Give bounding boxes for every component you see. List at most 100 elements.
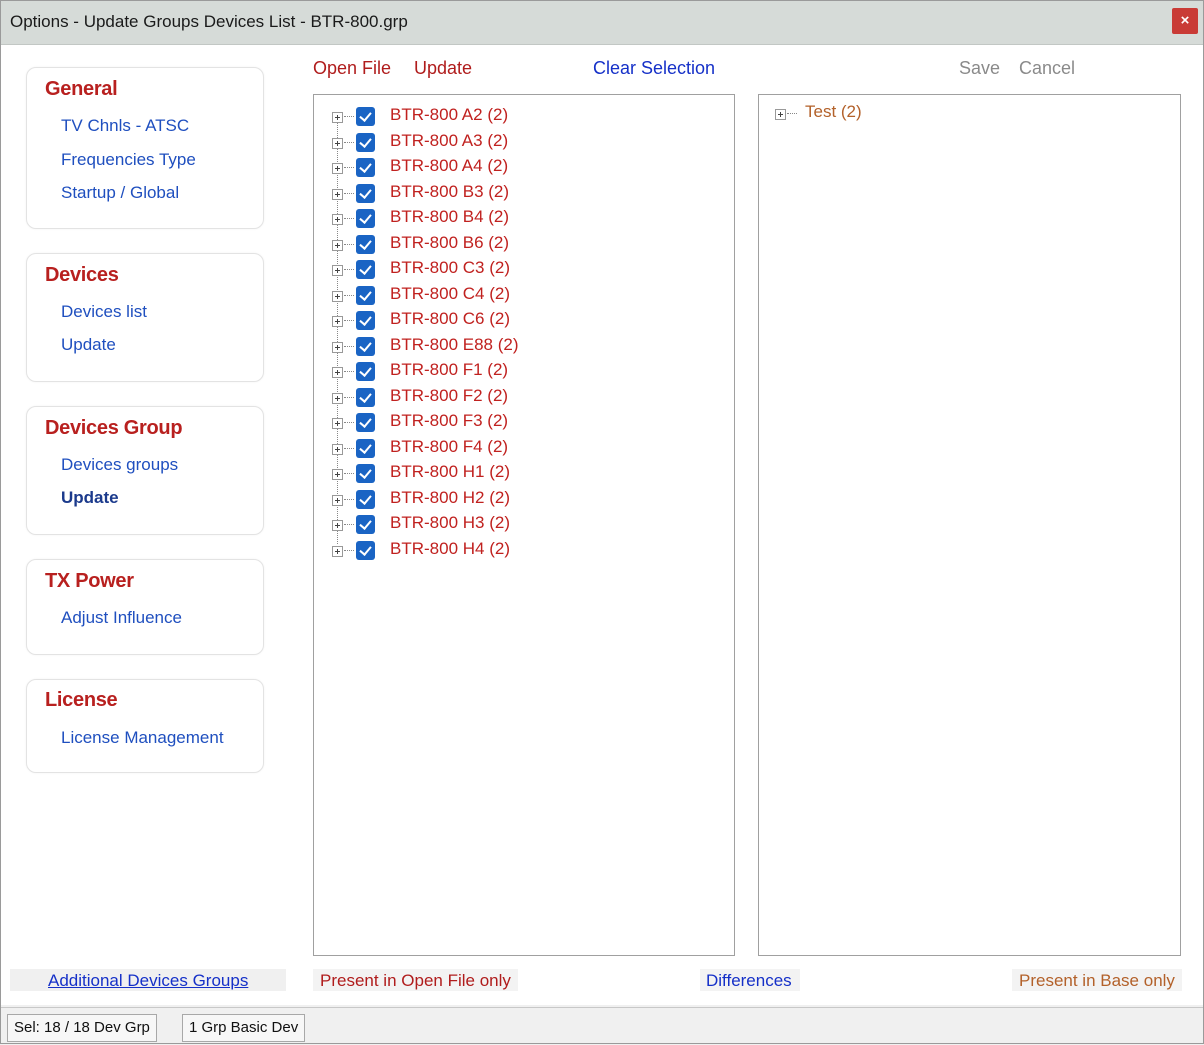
cancel-button[interactable]: Cancel xyxy=(1019,58,1075,79)
status-bar: Sel: 18 / 18 Dev Grp 1 Grp Basic Dev xyxy=(0,1007,1204,1045)
nav-section-devices: Devices Devices list Update xyxy=(26,253,264,382)
nav-item-frequencies-type[interactable]: Frequencies Type xyxy=(61,150,196,170)
legend-base-only-label: Present in Base only xyxy=(1019,971,1175,990)
expand-icon[interactable] xyxy=(332,443,343,455)
legend-base-only: Present in Base only xyxy=(1012,969,1182,991)
nav-item-adjust-influence[interactable]: Adjust Influence xyxy=(61,608,182,628)
nav-item-devices-groups[interactable]: Devices groups xyxy=(61,455,178,475)
save-button[interactable]: Save xyxy=(959,58,1000,79)
tree-connector xyxy=(344,371,354,372)
tree-connector xyxy=(344,549,354,551)
legend-differences: Differences xyxy=(700,969,800,991)
nav-section-general: General TV Chnls - ATSC Frequencies Type… xyxy=(26,67,264,229)
tree-connector xyxy=(344,473,354,474)
tree-connector xyxy=(344,396,354,398)
expand-icon[interactable] xyxy=(332,137,343,149)
close-button[interactable]: × xyxy=(1172,8,1198,34)
open-file-menu[interactable]: Open File xyxy=(313,58,391,79)
checkbox-checked-icon[interactable] xyxy=(356,438,375,458)
expand-icon[interactable] xyxy=(332,163,343,174)
checkbox-checked-icon[interactable] xyxy=(356,336,375,356)
tree-connector xyxy=(344,192,354,194)
tree-connector xyxy=(344,116,354,117)
expand-icon[interactable] xyxy=(332,469,343,480)
tree-item-label: BTR-800 B4 (2) xyxy=(390,207,510,226)
expand-icon[interactable] xyxy=(332,341,343,353)
nav-header-tx-power: TX Power xyxy=(45,570,134,592)
tree-item-label: BTR-800 A4 (2) xyxy=(390,156,509,175)
expand-icon[interactable] xyxy=(332,188,343,200)
tree-item-label: BTR-800 C6 (2) xyxy=(390,309,510,328)
expand-icon[interactable] xyxy=(332,316,343,327)
tree-connector xyxy=(344,447,354,449)
checkbox-checked-icon[interactable] xyxy=(356,183,375,203)
clear-selection-button[interactable]: Clear Selection xyxy=(593,58,715,79)
tree-item-label: BTR-800 H2 (2) xyxy=(390,487,510,507)
checkbox-checked-icon[interactable] xyxy=(356,464,375,483)
nav-item-groups-update[interactable]: Update xyxy=(61,488,119,508)
legend-open-only-label: Present in Open File only xyxy=(320,971,511,990)
nav-section-tx-power: TX Power Adjust Influence xyxy=(26,559,264,655)
tree-item-label: BTR-800 F4 (2) xyxy=(390,436,509,456)
tree-item-label: BTR-800 A3 (2) xyxy=(390,130,509,150)
nav-item-license-management[interactable]: License Management xyxy=(61,728,224,748)
tree-item-label: BTR-800 F3 (2) xyxy=(390,411,509,430)
expand-icon[interactable] xyxy=(332,214,343,225)
nav-item-devices-update[interactable]: Update xyxy=(61,335,116,355)
tree-item-label: BTR-800 H4 (2) xyxy=(390,538,510,558)
status-selection: Sel: 18 / 18 Dev Grp xyxy=(7,1014,157,1042)
tree-item-label: BTR-800 H1 (2) xyxy=(390,462,510,481)
tree-connector xyxy=(344,498,354,500)
nav-header-devices-group: Devices Group xyxy=(45,417,183,439)
expand-icon[interactable] xyxy=(332,265,343,276)
tree-item-label: BTR-800 B6 (2) xyxy=(390,232,510,252)
tree-connector xyxy=(344,218,354,219)
nav-header-devices: Devices xyxy=(45,264,119,286)
expand-icon[interactable] xyxy=(332,494,343,506)
nav-section-devices-group: Devices Group Devices groups Update xyxy=(26,406,264,535)
legend-open-only: Present in Open File only xyxy=(313,969,518,991)
checkbox-checked-icon[interactable] xyxy=(356,311,375,330)
tree-connector xyxy=(344,243,354,245)
expand-icon[interactable] xyxy=(332,112,343,123)
expand-icon[interactable] xyxy=(332,545,343,557)
expand-icon[interactable] xyxy=(332,520,343,531)
checkbox-checked-icon[interactable] xyxy=(356,387,375,407)
checkbox-checked-icon[interactable] xyxy=(356,489,375,509)
checkbox-checked-icon[interactable] xyxy=(356,285,375,305)
expand-icon[interactable] xyxy=(332,290,343,302)
nav-header-license: License xyxy=(45,689,118,711)
expand-icon[interactable] xyxy=(332,392,343,404)
tree-item-label: BTR-800 H3 (2) xyxy=(390,513,510,532)
checkbox-checked-icon[interactable] xyxy=(356,209,375,228)
tree-connector xyxy=(344,422,354,423)
nav-item-tv-chnls[interactable]: TV Chnls - ATSC xyxy=(61,116,189,136)
expand-icon[interactable] xyxy=(332,367,343,378)
tree-connector xyxy=(344,345,354,347)
nav-item-startup-global[interactable]: Startup / Global xyxy=(61,183,179,203)
checkbox-checked-icon[interactable] xyxy=(356,540,375,560)
additional-groups-area: Additional Devices Groups xyxy=(10,969,286,991)
tree-connector xyxy=(344,269,354,270)
expand-icon[interactable] xyxy=(332,418,343,429)
checkbox-checked-icon[interactable] xyxy=(356,107,375,126)
checkbox-checked-icon[interactable] xyxy=(356,260,375,279)
checkbox-checked-icon[interactable] xyxy=(356,413,375,432)
checkbox-checked-icon[interactable] xyxy=(356,362,375,381)
tree-item-label: BTR-800 E88 (2) xyxy=(390,334,519,354)
checkbox-checked-icon[interactable] xyxy=(356,515,375,534)
additional-devices-groups-link[interactable]: Additional Devices Groups xyxy=(48,971,248,991)
nav-item-devices-list[interactable]: Devices list xyxy=(61,302,147,322)
nav-section-license: License License Management xyxy=(26,679,264,773)
tree-item-label: BTR-800 A2 (2) xyxy=(390,105,509,124)
checkbox-checked-icon[interactable] xyxy=(356,158,375,177)
main-content: General TV Chnls - ATSC Frequencies Type… xyxy=(0,45,1204,1005)
update-menu[interactable]: Update xyxy=(414,58,472,79)
expand-icon[interactable] xyxy=(775,109,786,120)
checkbox-checked-icon[interactable] xyxy=(356,234,375,254)
checkbox-checked-icon[interactable] xyxy=(356,132,375,152)
expand-icon[interactable] xyxy=(332,239,343,251)
open-file-tree[interactable]: BTR-800 A2 (2) BTR-800 A3 (2) BTR-800 A4 (… xyxy=(313,94,735,956)
base-tree[interactable]: Test (2) xyxy=(758,94,1181,956)
nav-header-general: General xyxy=(45,78,118,100)
